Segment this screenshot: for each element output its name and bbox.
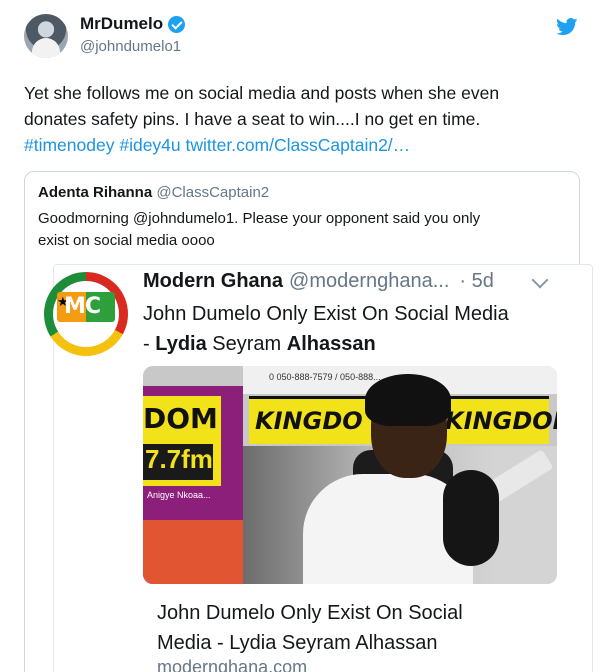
nested-author-name[interactable]: Modern Ghana: [143, 270, 283, 293]
article-photo[interactable]: DOM 7.7fm Anigye Nkoaa... 0 050-888-7579…: [143, 366, 557, 584]
microphone: [443, 470, 499, 566]
twitter-bird-icon[interactable]: [556, 18, 578, 36]
nested-author-handle[interactable]: @modernghana...: [289, 270, 449, 293]
logo-text: MC: [64, 294, 101, 319]
tweet-links[interactable]: #timenodey #idey4u twitter.com/ClassCapt…: [24, 132, 584, 158]
link-card-title[interactable]: John Dumelo Only Exist On Social Media -…: [157, 598, 557, 658]
embedded-tweet: MrDumelo @johndumelo1 Yet she follows me…: [0, 0, 600, 672]
modern-ghana-logo[interactable]: ★ MC: [44, 272, 128, 356]
nested-tweet-time[interactable]: · 5d: [459, 270, 493, 293]
nested-tweet-header: Modern Ghana @modernghana... · 5d: [143, 270, 553, 293]
tweet-author[interactable]: MrDumelo @johndumelo1: [80, 14, 186, 55]
quote-author-handle: @ClassCaptain2: [156, 184, 270, 201]
radio-sign: DOM 7.7fm Anigye Nkoaa...: [143, 386, 243, 584]
quote-text: Goodmorning @johndumelo1. Please your op…: [38, 210, 481, 249]
verified-badge-icon: [168, 15, 186, 33]
tweet-text: Yet she follows me on social media and p…: [24, 80, 584, 158]
nested-tweet-text: John Dumelo Only Exist On Social Media -…: [143, 303, 509, 355]
author-avatar[interactable]: [24, 14, 68, 58]
quote-author[interactable]: Adenta Rihanna @ClassCaptain2: [38, 184, 269, 201]
author-name[interactable]: MrDumelo: [80, 14, 163, 34]
quote-author-name: Adenta Rihanna: [38, 184, 153, 201]
author-handle[interactable]: @johndumelo1: [80, 38, 185, 55]
link-card-url[interactable]: modernghana.com: [157, 657, 307, 672]
